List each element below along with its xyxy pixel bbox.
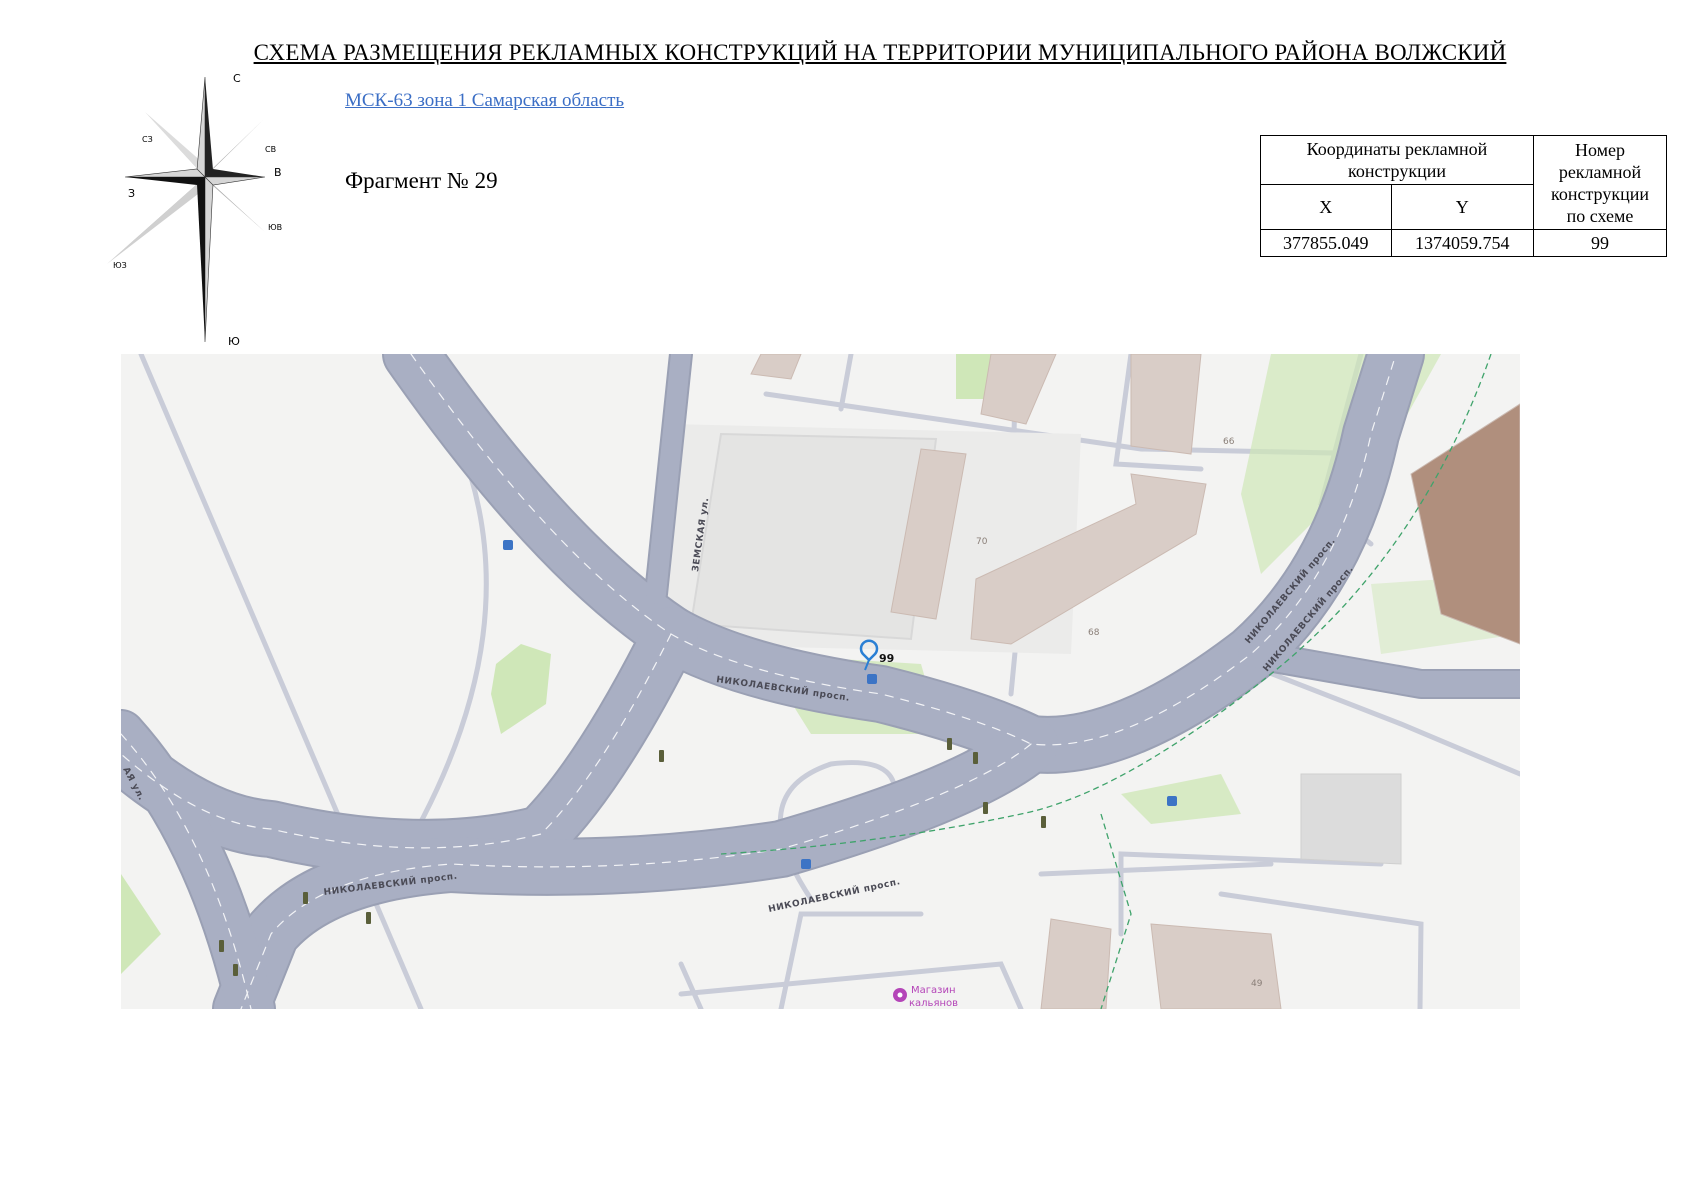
col-y-header: Y [1390, 184, 1535, 230]
house-number: 49 [1251, 979, 1263, 989]
fragment-label: Фрагмент № 29 [345, 168, 498, 193]
cell-number: 99 [1533, 229, 1667, 257]
compass-s: Ю [228, 335, 240, 347]
cell-x: 377855.049 [1260, 229, 1392, 257]
poi-label: кальянов [909, 998, 958, 1009]
coordinates-table: Координаты рекламной конструкции Номер р… [1260, 135, 1667, 257]
col-x-header: X [1260, 184, 1392, 230]
compass-w: З [128, 187, 135, 200]
coords-header: Координаты рекламной конструкции [1260, 135, 1534, 185]
cell-y: 1374059.754 [1390, 229, 1535, 257]
compass-nw: СЗ [142, 135, 153, 144]
compass-e: В [274, 166, 282, 179]
crs-link[interactable]: МСК-63 зона 1 Самарская область [345, 90, 624, 112]
poi-label: Магазин [911, 985, 956, 996]
compass-n: С [233, 72, 241, 85]
table-row: 377855.049 1374059.754 99 [1260, 229, 1667, 257]
compass-se: ЮВ [268, 223, 282, 232]
map-fragment[interactable]: НИКОЛАЕВСКИЙ просп. НИКОЛАЕВСКИЙ просп. … [121, 354, 1520, 1009]
compass-ne: СВ [265, 145, 276, 154]
house-number: 66 [1223, 437, 1235, 447]
compass-sw: ЮЗ [113, 261, 127, 270]
number-header: Номер рекламной конструкции по схеме [1533, 135, 1667, 230]
compass-rose-icon: С СВ В ЮВ Ю ЮЗ З СЗ [107, 72, 282, 347]
house-number: 70 [976, 537, 988, 547]
page-title: СХЕМА РАЗМЕЩЕНИЯ РЕКЛАМНЫХ КОНСТРУКЦИЙ Н… [253, 40, 1507, 65]
house-number: 68 [1088, 628, 1100, 638]
ad-marker-label: 99 [879, 652, 894, 665]
